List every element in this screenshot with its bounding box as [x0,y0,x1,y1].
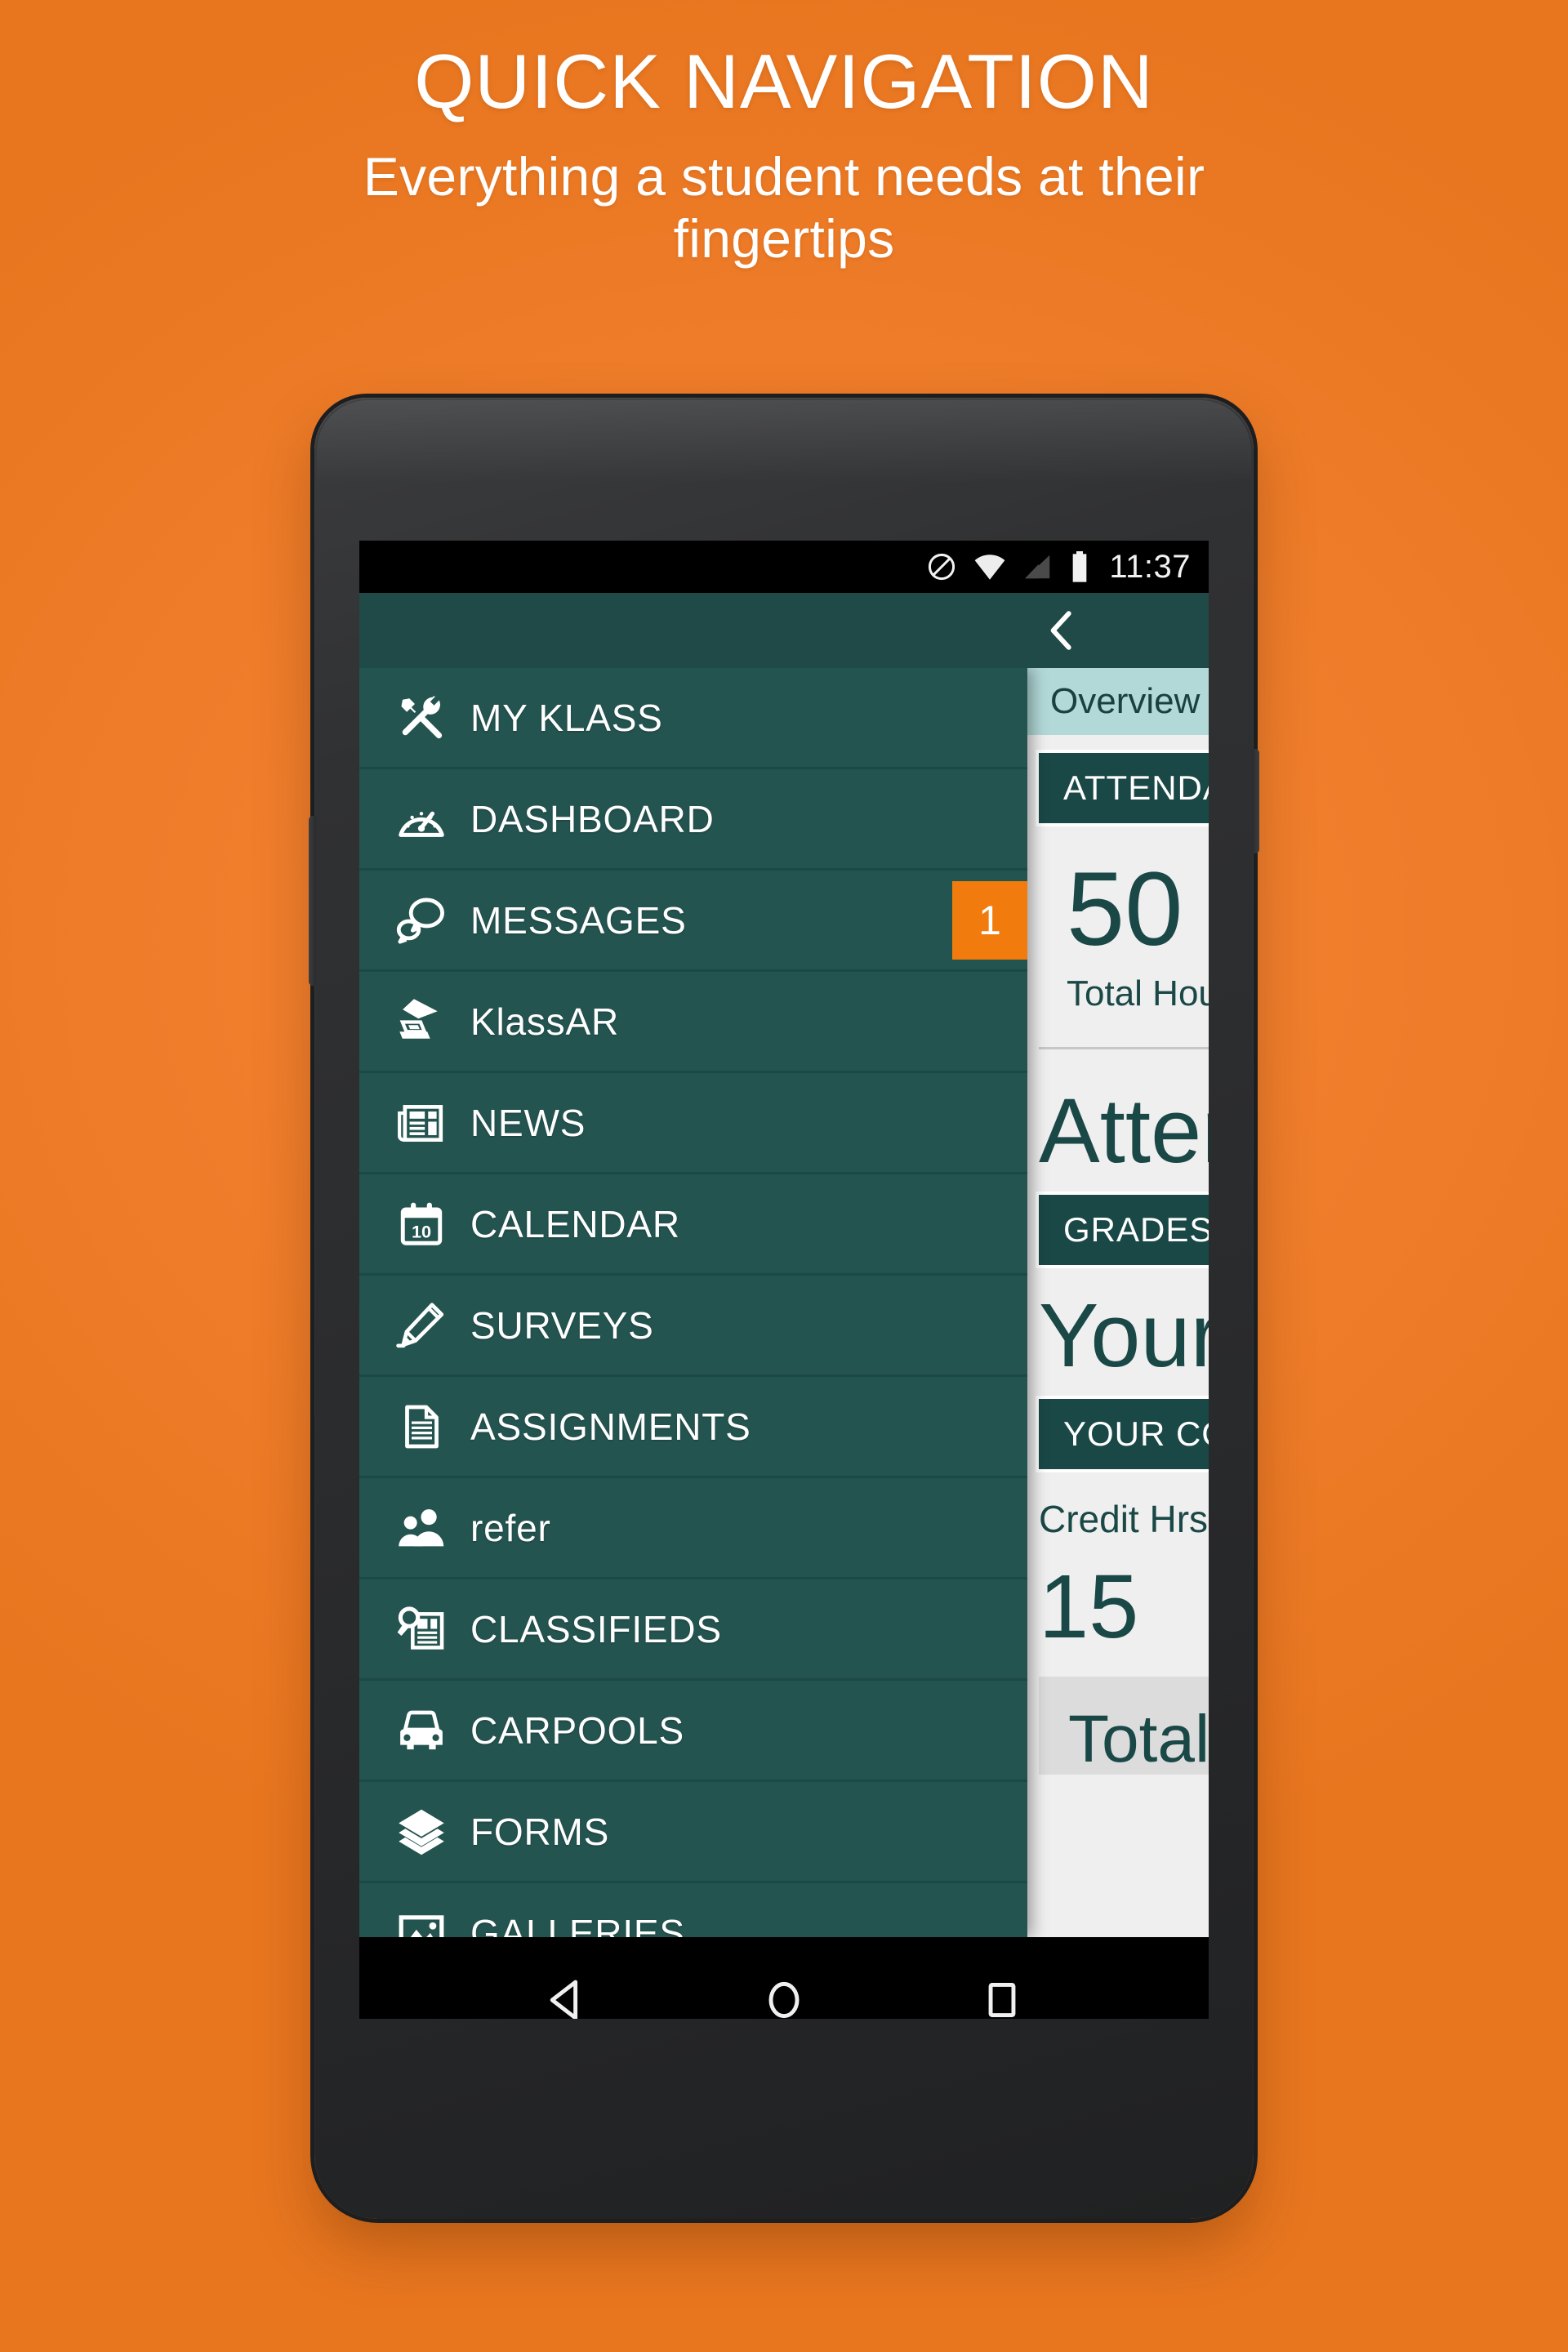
attendance-section-header: ATTENDANCE [1039,753,1209,823]
drawer-item-label: CALENDAR [470,1202,680,1245]
credit-hours-label: Credit Hrs [1039,1498,1209,1540]
drawer-item-klassar[interactable]: KlassAR [359,972,1027,1073]
calendar-icon: 10 [372,1199,470,1250]
drawer-item-label: FORMS [470,1810,610,1853]
section-divider [1039,1047,1209,1049]
home-nav-icon[interactable] [759,1975,809,2019]
credit-hours-value: 15 [1039,1557,1139,1657]
drawer-item-label: KlassAR [470,1000,619,1043]
grades-header-label: GRADES [1063,1210,1209,1249]
wifi-icon [974,555,1005,580]
layers-icon [372,1806,470,1858]
app-bar [359,593,1209,668]
drawer-item-my-klass[interactable]: MY KLASS [359,668,1027,769]
drawer-item-dashboard[interactable]: DASHBOARD [359,769,1027,871]
drawer-item-refer[interactable]: refer [359,1478,1027,1579]
total-label: Total [1068,1701,1209,1776]
drawer-item-news[interactable]: NEWS [359,1073,1027,1174]
back-nav-icon[interactable] [541,1975,591,2019]
drawer-item-label: ASSIGNMENTS [470,1405,751,1448]
courses-header-label: YOUR COURSES [1063,1414,1209,1453]
photo-icon [372,1908,470,1937]
total-strip: Total [1039,1677,1209,1775]
chevron-left-icon [1050,611,1071,650]
grades-section-header: GRADES [1039,1195,1209,1265]
drawer-item-carpools[interactable]: CARPOOLS [359,1681,1027,1782]
tab-bar: Overview [1021,668,1209,735]
drawer-item-forms[interactable]: FORMS [359,1782,1027,1883]
gauge-icon [372,794,470,844]
tools-icon [372,693,470,743]
drawer-item-label: SURVEYS [470,1303,654,1347]
drawer-item-label: GALLERIES [470,1911,685,1938]
attendance-header-label: ATTENDANCE [1063,768,1209,807]
drawer-item-label: DASHBOARD [470,797,715,840]
people-icon [372,1502,470,1554]
drawer-item-label: CLASSIFIEDS [470,1607,722,1650]
badge-count: 1 [978,897,1001,943]
scanner-icon [372,996,470,1048]
pencil-icon [372,1300,470,1351]
volume-button[interactable] [309,816,316,986]
overview-body: ATTENDANCE 50 Total Hours Attendance GRA… [1021,735,1209,1937]
attendance-value-label: Total Hours [1067,973,1209,1013]
page-title: QUICK NAVIGATION [414,38,1154,124]
drawer-item-calendar[interactable]: 10 CALENDAR [359,1174,1027,1276]
car-icon [372,1704,470,1757]
drawer-item-label: MESSAGES [470,898,687,942]
grades-title: Your [1039,1285,1209,1386]
document-icon [372,1402,470,1451]
courses-section-header: YOUR COURSES [1039,1399,1209,1469]
drawer-item-label: MY KLASS [470,696,663,739]
do-not-disturb-icon [929,553,956,581]
hero-text-block: QUICK NAVIGATION Everything a student ne… [0,42,1568,270]
tab-overview[interactable]: Overview [1050,681,1200,722]
power-button[interactable] [1252,749,1259,853]
status-bar-time: 11:37 [1109,548,1191,585]
drawer-item-label: CARPOOLS [470,1708,685,1752]
drawer-item-label: refer [470,1506,551,1549]
attendance-value: 50 [1067,851,1183,968]
drawer-item-messages[interactable]: MESSAGES 1 [359,871,1027,972]
drawer-item-assignments[interactable]: ASSIGNMENTS [359,1377,1027,1478]
drawer-item-label: NEWS [470,1101,586,1144]
page-subtitle: Everything a student needs at their fing… [363,145,1205,270]
attendance-title: Attendance [1039,1080,1209,1182]
screen-content: Overview ATTENDANCE 50 Total Hours Atten… [359,668,1209,1937]
android-nav-bar [359,1937,1209,2019]
chat-bubbles-icon [372,894,470,947]
search-news-icon [372,1603,470,1655]
phone-mockup: 11:37 Overview ATTENDANCE 50 [309,398,1259,2219]
drawer-item-surveys[interactable]: SURVEYS [359,1276,1027,1377]
status-badge: 1 [952,880,1027,960]
svg-text:10: 10 [412,1221,431,1241]
navigation-drawer: MY KLASS DASHBOARD MESSAGES 1 KlassAR NE… [359,668,1027,1937]
drawer-item-classifieds[interactable]: CLASSIFIEDS [359,1579,1027,1681]
newspaper-icon [372,1098,470,1148]
recents-nav-icon[interactable] [977,1975,1027,2019]
drawer-item-galleries[interactable]: GALLERIES [359,1883,1027,1937]
battery-icon [1073,551,1087,582]
back-button[interactable] [1039,608,1085,653]
phone-screen: 11:37 Overview ATTENDANCE 50 [359,541,1209,2019]
status-bar: 11:37 [359,541,1209,593]
cellular-signal-icon [1025,555,1050,579]
